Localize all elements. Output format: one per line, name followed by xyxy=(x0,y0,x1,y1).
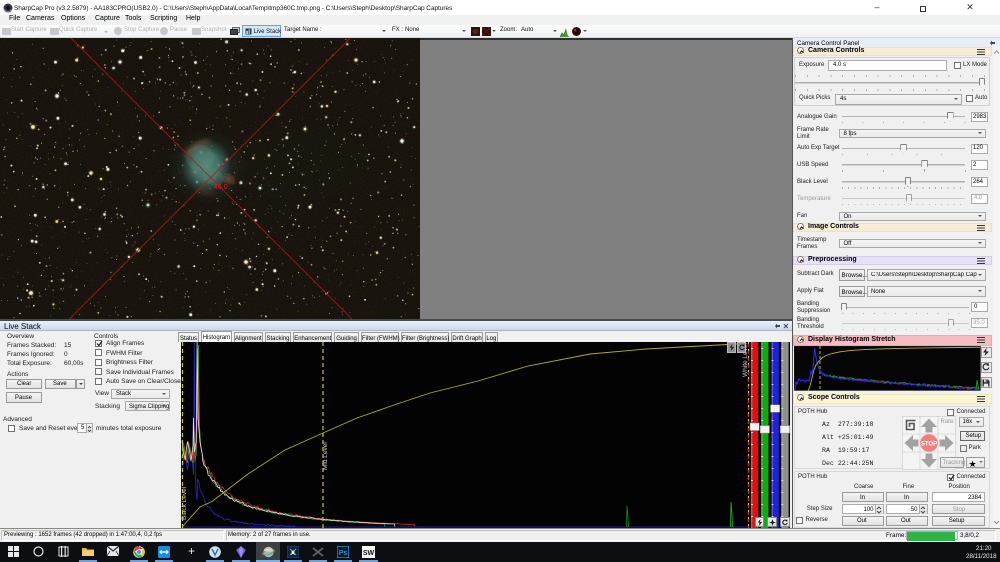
svg-text:Ps: Ps xyxy=(339,550,348,557)
svg-text:SW: SW xyxy=(363,550,375,557)
svg-text:STOP: STOP xyxy=(921,441,937,447)
svg-text:Mid Level: Mid Level xyxy=(322,442,329,470)
svg-text:46,0: 46,0 xyxy=(214,184,228,191)
svg-text:Black Level: Black Level xyxy=(181,486,188,520)
